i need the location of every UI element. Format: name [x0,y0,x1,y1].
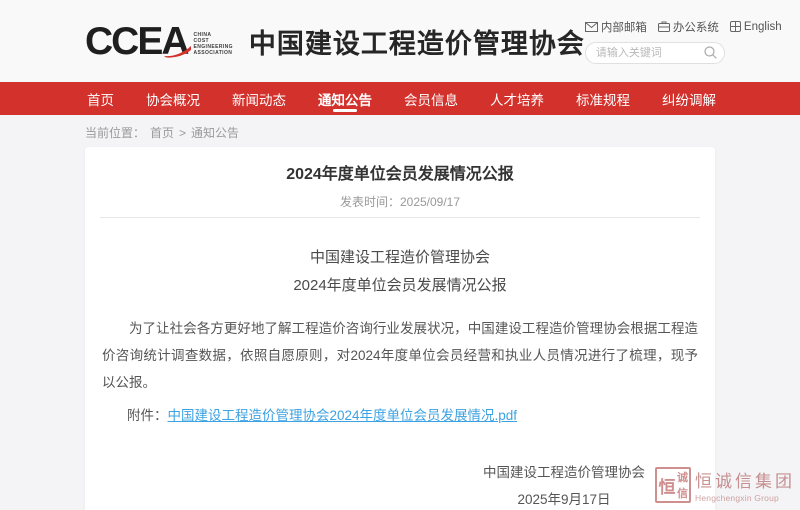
globe-icon [730,21,741,32]
header-utilities: 内部邮箱 办公系统 English [585,19,727,64]
search-button[interactable] [704,46,717,62]
internal-mail-link[interactable]: 内部邮箱 [585,19,647,35]
site-logo[interactable]: CCEA CHINA COST ENGINEERING ASSOCIATION … [85,22,585,61]
site-title: 中国建设工程造价管理协会 [249,22,585,61]
signature-block: 中国建设工程造价管理协会 2025年9月17日 [483,463,645,510]
attachment-row: 附件：中国建设工程造价管理协会2024年度单位会员发展情况.pdf [100,407,700,425]
breadcrumb-separator: > [179,126,186,140]
article-body-paragraph: 为了让社会各方更好地了解工程造价咨询行业发展状况，中国建设工程造价管理协会根据工… [100,315,700,396]
mail-link-label: 内部邮箱 [601,19,647,35]
attachment-label: 附件： [127,408,168,423]
hengchengxin-logo-icon: 恒 诚 信 [655,467,691,503]
document-heading-line1: 中国建设工程造价管理协会 [100,247,700,269]
breadcrumb: 当前位置： 首页 > 通知公告 [85,124,800,141]
watermark-name-en: Hengchengxin Group [695,493,795,503]
logo-red-swoosh-icon [164,46,192,58]
search-icon [704,46,717,59]
main-nav: 首页 协会概况 新闻动态 通知公告 会员信息 人才培养 标准规程 纠纷调解 [0,82,800,115]
nav-item-member-info[interactable]: 会员信息 [402,82,460,115]
article-panel: 2024年度单位会员发展情况公报 发表时间：2025/09/17 中国建设工程造… [85,147,715,510]
watermark-logo-char: 信 [677,485,688,501]
mail-icon [585,22,598,32]
signature-date: 2025年9月17日 [483,490,645,510]
attachment-pdf-link[interactable]: 中国建设工程造价管理协会2024年度单位会员发展情况.pdf [168,408,518,423]
nav-item-home[interactable]: 首页 [85,82,116,115]
office-system-link[interactable]: 办公系统 [658,19,719,35]
hengchengxin-watermark: 恒 诚 信 恒诚信集团 Hengchengxin Group [655,467,795,503]
search-box [585,42,725,64]
document-heading-line2: 2024年度单位会员发展情况公报 [100,275,700,297]
nav-item-news[interactable]: 新闻动态 [230,82,288,115]
office-link-label: 办公系统 [673,19,719,35]
nav-item-talent-training[interactable]: 人才培养 [488,82,546,115]
title-divider [100,217,700,218]
breadcrumb-home-link[interactable]: 首页 [150,124,174,141]
site-header: CCEA CHINA COST ENGINEERING ASSOCIATION … [0,0,800,82]
watermark-logo-char: 恒 [659,473,676,498]
briefcase-icon [658,21,670,32]
breadcrumb-current-link[interactable]: 通知公告 [191,124,239,141]
ccea-logo-text: CCEA [85,22,188,61]
watermark-logo-char: 诚 [677,469,688,485]
breadcrumb-prefix: 当前位置： [85,124,145,141]
nav-item-standards[interactable]: 标准规程 [574,82,632,115]
logo-subtext: CHINA COST ENGINEERING ASSOCIATION [194,32,233,56]
article-title: 2024年度单位会员发展情况公报 [100,165,700,185]
english-link[interactable]: English [730,21,782,33]
utility-links: 内部邮箱 办公系统 English [585,19,727,35]
signature-name: 中国建设工程造价管理协会 [483,463,645,483]
english-link-label: English [744,21,782,33]
nav-item-notices[interactable]: 通知公告 [316,82,374,115]
watermark-name: 恒诚信集团 [695,467,795,492]
article-publish-date: 发表时间：2025/09/17 [100,194,700,210]
watermark-text: 恒诚信集团 Hengchengxin Group [695,467,795,503]
nav-item-association-overview[interactable]: 协会概况 [144,82,202,115]
nav-item-dispute-mediation[interactable]: 纠纷调解 [660,82,718,115]
